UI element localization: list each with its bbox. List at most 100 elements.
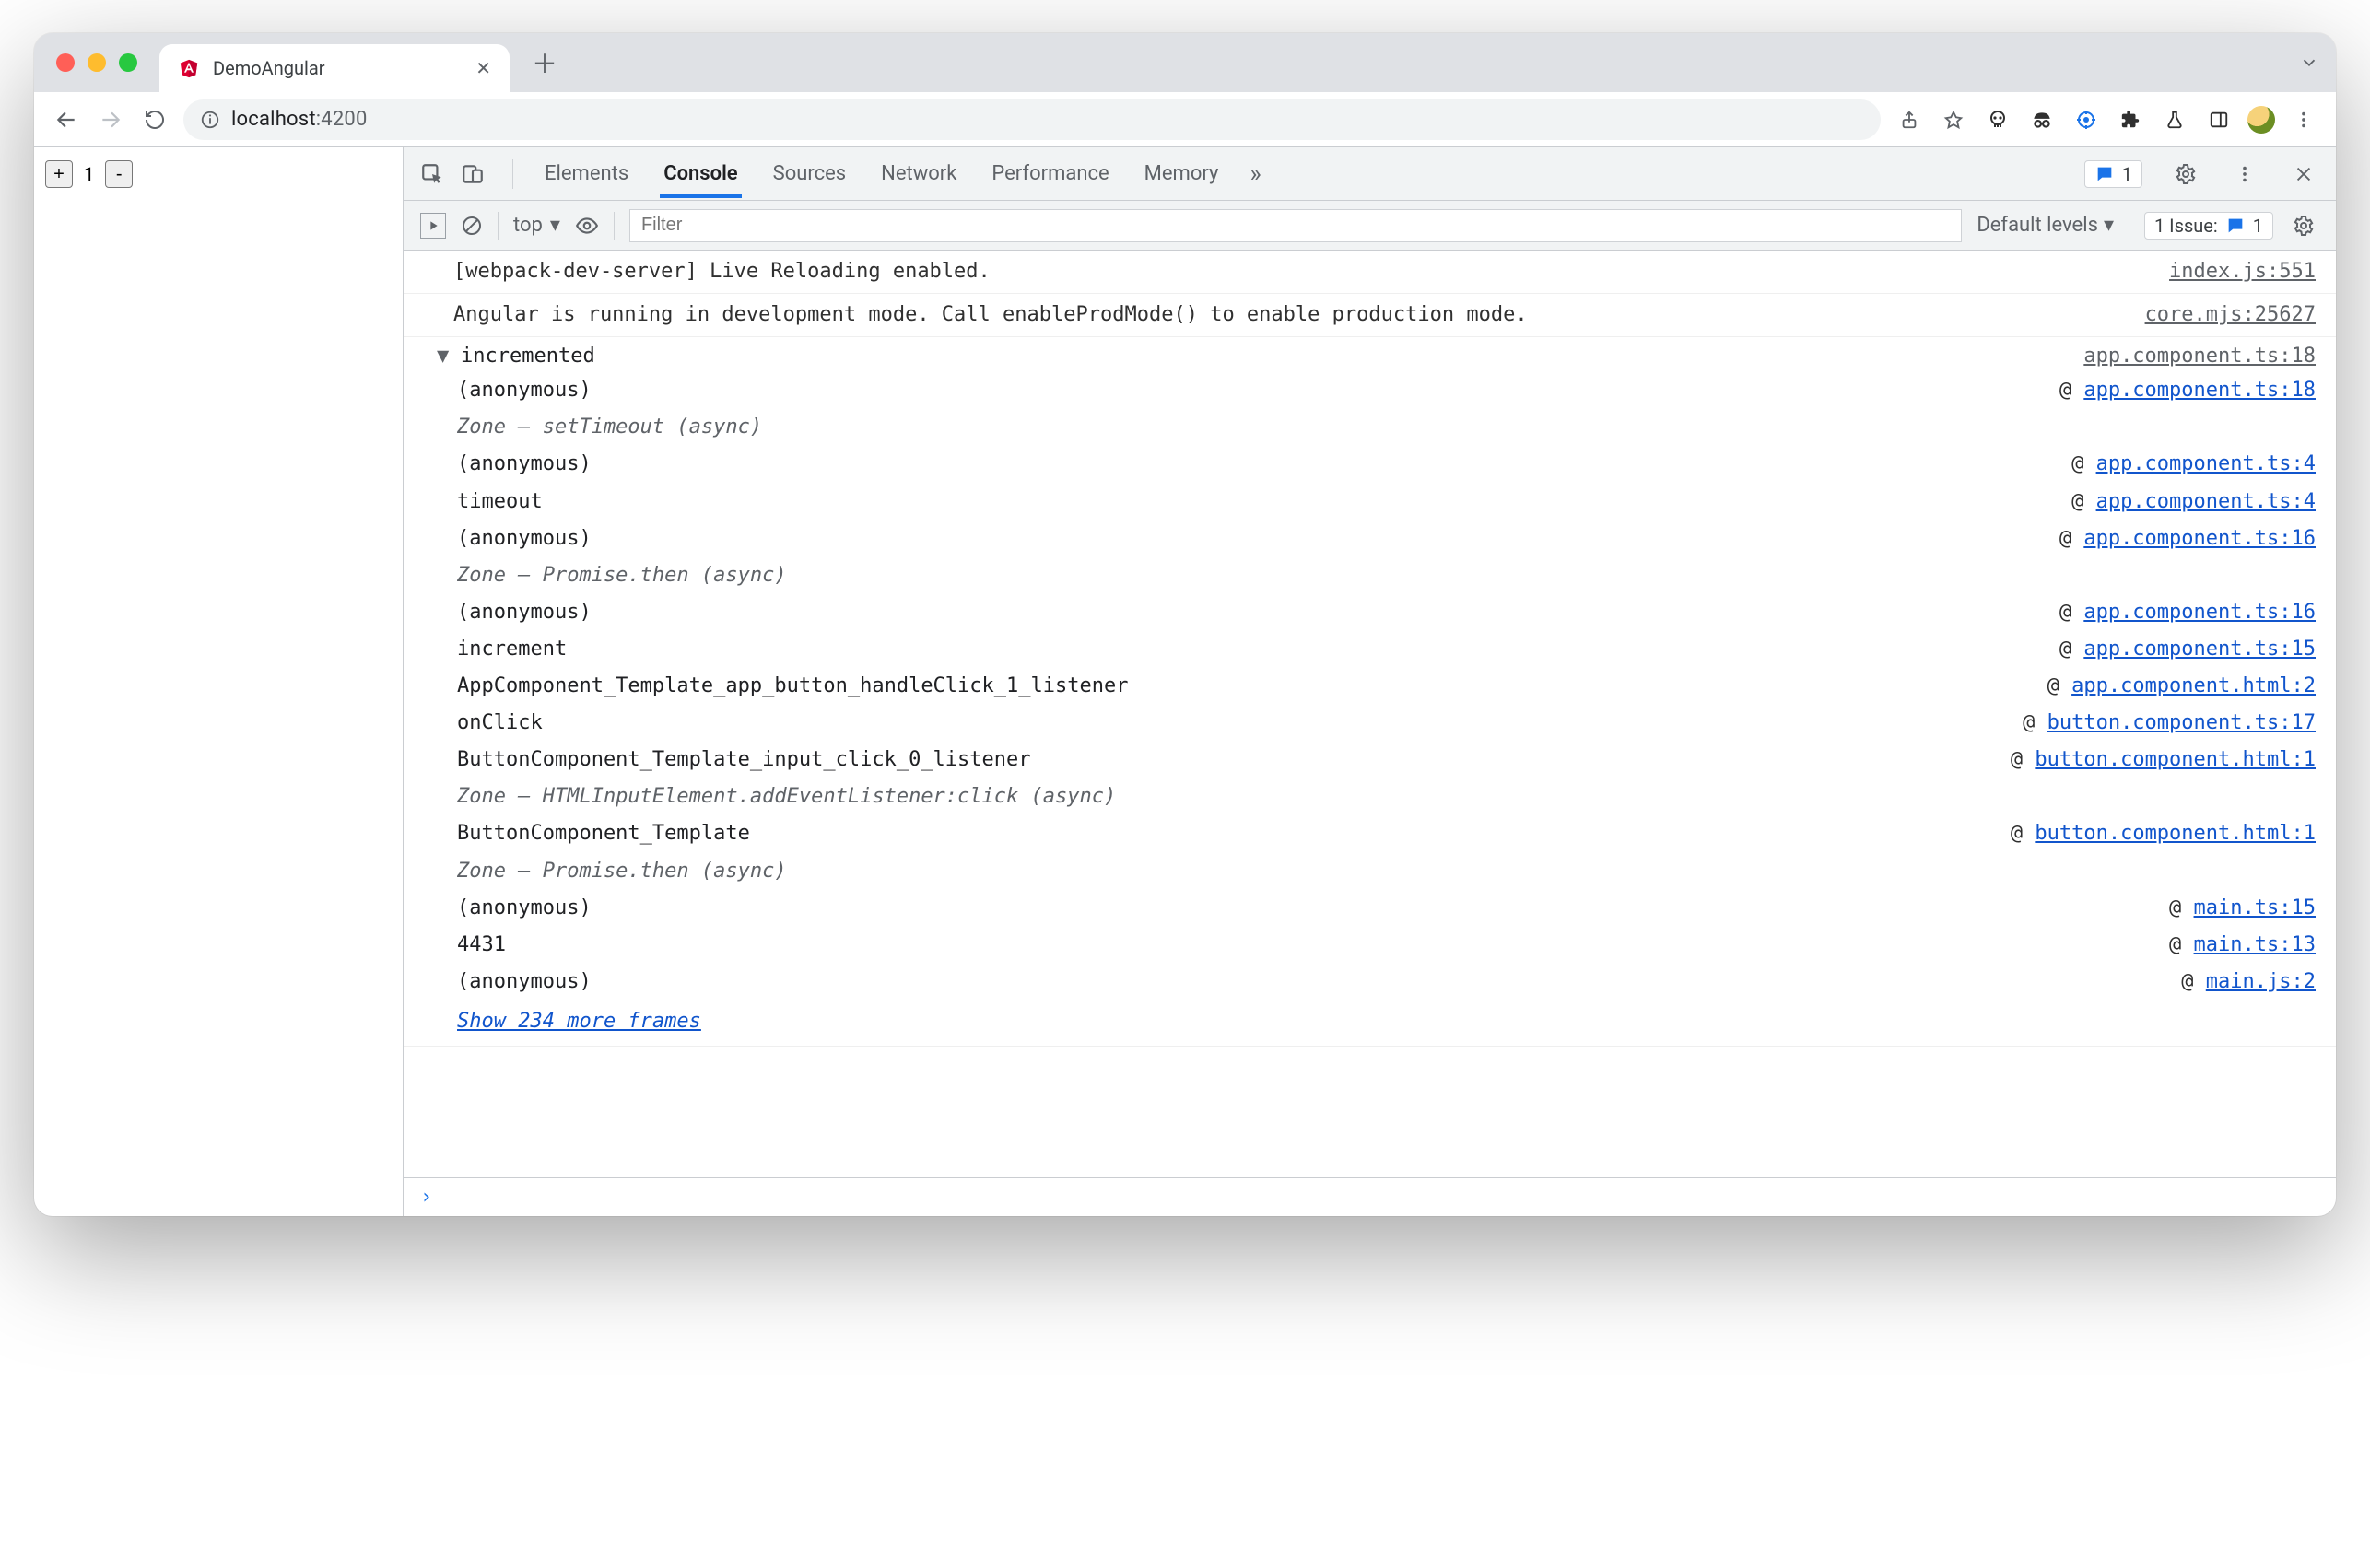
frame-source-link[interactable]: main.ts:13 [2194, 933, 2316, 956]
device-toolbar-button[interactable] [461, 162, 485, 186]
log-levels-selector[interactable]: Default levels ▾ [1977, 214, 2114, 237]
frame-source-link[interactable]: button.component.html:1 [2035, 822, 2316, 845]
log-source-link[interactable]: index.js:551 [2151, 256, 2316, 287]
tabs-overflow-button[interactable] [2299, 53, 2319, 73]
new-tab-button[interactable]: ＋ [522, 44, 567, 81]
console-toolbar: top ▾ Default levels ▾ 1 Issue: 1 [404, 201, 2336, 251]
show-more-frames[interactable]: Show 234 more frames [457, 1000, 2316, 1040]
stack-frame: (anonymous) @ app.component.ts:16 [457, 521, 2316, 557]
frame-source-link[interactable]: app.component.ts:18 [2083, 379, 2316, 402]
frame-function: Zone — Promise.then (async) [457, 560, 787, 591]
messages-count: 1 [2122, 163, 2132, 185]
trace-source-link[interactable]: app.component.ts:18 [2083, 341, 2316, 372]
back-button[interactable] [51, 104, 82, 135]
tab-elements[interactable]: Elements [541, 149, 632, 198]
issues-chip[interactable]: 1 Issue: 1 [2144, 212, 2273, 240]
frame-function: increment [457, 634, 567, 665]
disclosure-triangle-icon[interactable]: ▼ [437, 341, 453, 372]
decrement-button[interactable]: - [105, 160, 133, 188]
angular-favicon-icon [178, 57, 200, 79]
console-filter-input[interactable] [629, 209, 1962, 242]
tab-sources[interactable]: Sources [769, 149, 851, 198]
tab-memory[interactable]: Memory [1141, 149, 1223, 198]
tab-console[interactable]: Console [660, 149, 741, 198]
frame-source-link[interactable]: app.component.ts:15 [2083, 638, 2316, 661]
close-tab-button[interactable]: ✕ [475, 57, 491, 79]
maximize-window-button[interactable] [119, 53, 137, 72]
console-prompt[interactable]: › [404, 1177, 2336, 1216]
trace-header[interactable]: ▼ incremented app.component.ts:18 [404, 337, 2336, 372]
context-selector[interactable]: top ▾ [513, 214, 560, 237]
viewport: + 1 - Elements Console Sources Network [34, 147, 2336, 1216]
stack-trace: (anonymous) @ app.component.ts:18Zone — s… [404, 372, 2336, 1047]
stack-frame: (anonymous)@ main.js:2 [457, 964, 2316, 1000]
extension-skull-icon[interactable] [1982, 104, 2013, 135]
stack-frame: ButtonComponent_Template_input_click_0_l… [457, 742, 2316, 778]
frame-source-link[interactable]: button.component.ts:17 [2047, 711, 2316, 734]
counter-value: 1 [80, 163, 98, 185]
console-output: [webpack-dev-server] Live Reloading enab… [404, 251, 2336, 1177]
frame-function: timeout [457, 486, 543, 518]
devtools-tabbar: Elements Console Sources Network Perform… [404, 147, 2336, 201]
close-window-button[interactable] [56, 53, 75, 72]
stack-frame: (anonymous)@ app.component.ts:4 [457, 446, 2316, 483]
profile-avatar[interactable] [2247, 106, 2275, 134]
devtools-panel: Elements Console Sources Network Perform… [403, 147, 2336, 1216]
console-settings-button[interactable] [2288, 210, 2319, 241]
app-page: + 1 - [34, 147, 403, 1216]
share-button[interactable] [1894, 104, 1925, 135]
frame-function: ButtonComponent_Template [457, 818, 750, 849]
browser-tab[interactable]: DemoAngular ✕ [159, 44, 510, 92]
frame-function: (anonymous) [457, 523, 592, 555]
address-bar[interactable]: localhost:4200 [183, 99, 1881, 140]
frame-source-link[interactable]: button.component.html:1 [2035, 748, 2316, 771]
chat-icon [2225, 216, 2246, 236]
frame-function: (anonymous) [457, 449, 592, 480]
extension-flask-icon[interactable] [2159, 104, 2190, 135]
devtools-close-button[interactable] [2288, 158, 2319, 190]
frame-source-link[interactable]: app.component.ts:16 [2083, 527, 2316, 550]
inspect-element-button[interactable] [420, 162, 444, 186]
extension-target-icon[interactable] [2071, 104, 2102, 135]
window-controls [51, 53, 147, 72]
tab-title: DemoAngular [213, 57, 463, 79]
live-expression-button[interactable] [575, 214, 599, 238]
forward-button[interactable] [95, 104, 126, 135]
devtools-settings-button[interactable] [2170, 158, 2201, 190]
increment-button[interactable]: + [45, 160, 73, 188]
devtools-menu-button[interactable] [2229, 158, 2260, 190]
stack-frame: AppComponent_Template_app_button_handleC… [457, 668, 2316, 705]
tabs-more-button[interactable]: » [1250, 160, 1261, 188]
frame-function: 4431 [457, 930, 506, 961]
tab-performance[interactable]: Performance [988, 149, 1112, 198]
frame-location: @ app.component.ts:18 [2059, 375, 2316, 406]
frame-location: @ app.component.ts:15 [2059, 634, 2316, 665]
reload-button[interactable] [139, 104, 170, 135]
frame-source-link[interactable]: main.ts:15 [2194, 896, 2316, 919]
clear-console-button[interactable] [461, 215, 483, 237]
frame-location: @ button.component.html:1 [2011, 744, 2316, 776]
frame-source-link[interactable]: app.component.html:2 [2071, 674, 2316, 697]
frame-source-link[interactable]: app.component.ts:4 [2096, 452, 2316, 475]
tab-network[interactable]: Network [877, 149, 960, 198]
frame-source-link[interactable]: main.js:2 [2206, 970, 2316, 993]
messages-chip[interactable]: 1 [2084, 160, 2142, 188]
frame-location: @ app.component.ts:16 [2059, 523, 2316, 555]
frame-function: (anonymous) [457, 375, 592, 406]
minimize-window-button[interactable] [88, 53, 106, 72]
browser-menu-button[interactable] [2288, 104, 2319, 135]
frame-source-link[interactable]: app.component.ts:16 [2083, 601, 2316, 624]
bookmark-button[interactable] [1938, 104, 1969, 135]
zone-divider: Zone — setTimeout (async) [457, 409, 2316, 446]
frame-function: Zone — HTMLInputElement.addEventListener… [457, 781, 1116, 813]
frame-source-link[interactable]: app.component.ts:4 [2096, 490, 2316, 513]
stack-frame: onClick@ button.component.ts:17 [457, 705, 2316, 742]
tab-strip: DemoAngular ✕ ＋ [34, 33, 2336, 92]
site-info-icon[interactable] [200, 110, 220, 130]
side-panel-button[interactable] [2203, 104, 2235, 135]
frame-function: onClick [457, 708, 543, 739]
extensions-button[interactable] [2115, 104, 2146, 135]
log-source-link[interactable]: core.mjs:25627 [2127, 299, 2316, 331]
console-sidebar-toggle[interactable] [420, 213, 446, 239]
extension-incognito-icon[interactable] [2026, 104, 2058, 135]
